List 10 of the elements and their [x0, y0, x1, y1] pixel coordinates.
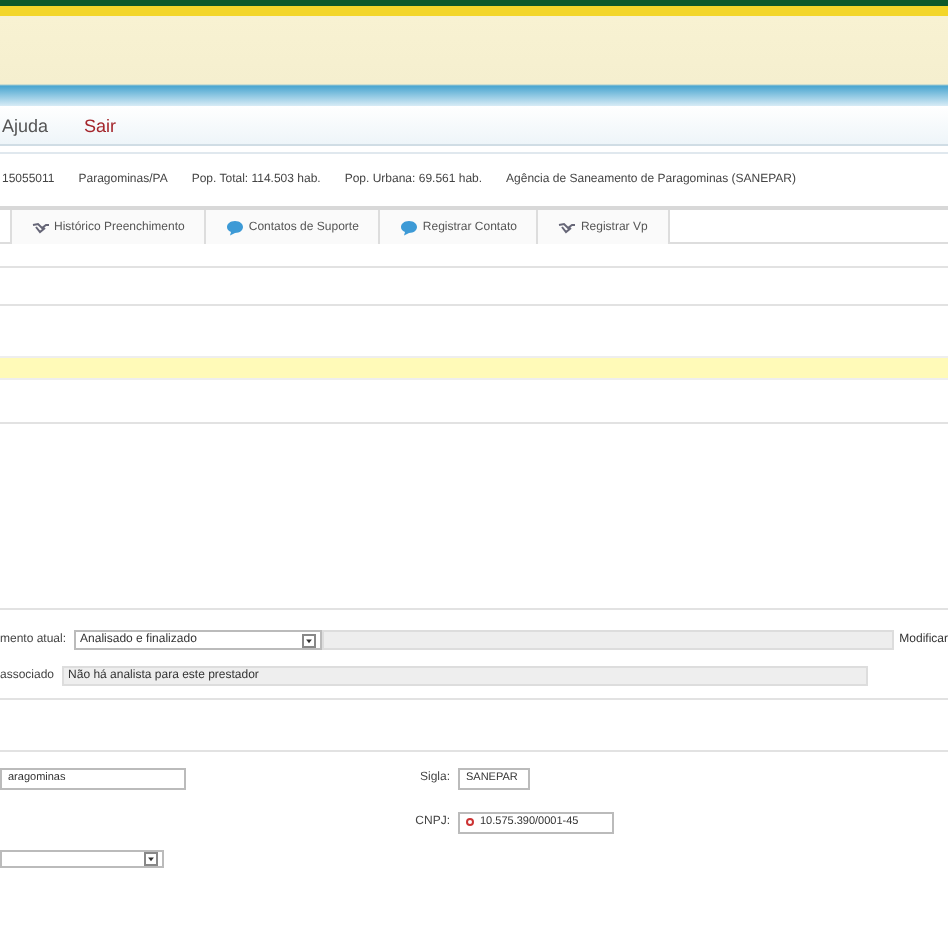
required-icon: [466, 818, 474, 826]
dropdown-field[interactable]: [0, 849, 164, 867]
caret-icon: [302, 633, 317, 647]
caret-icon: [144, 851, 158, 865]
speech-bubble-icon: [226, 219, 245, 235]
menu-item[interactable]: Ajuda: [2, 115, 49, 135]
speech-bubble-icon: [400, 219, 419, 235]
handshake-icon: [32, 221, 50, 233]
handshake-icon: [558, 221, 577, 233]
menu-item[interactable]: Sair: [84, 115, 117, 135]
